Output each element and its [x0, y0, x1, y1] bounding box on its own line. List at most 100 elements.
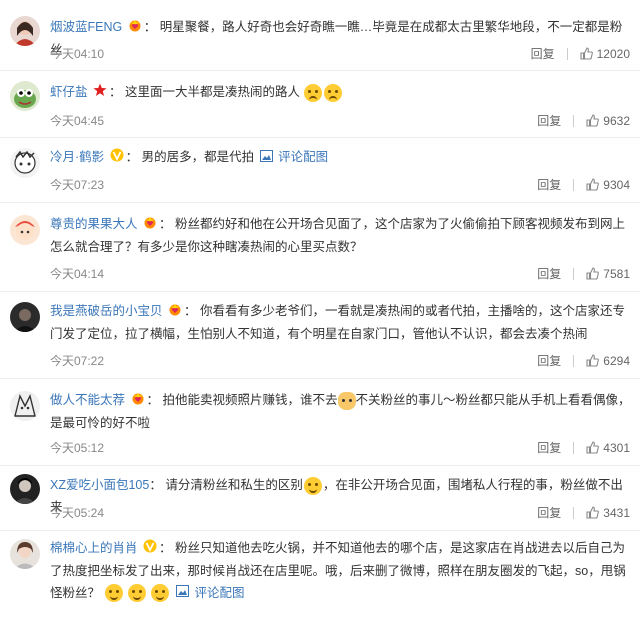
- divider: [573, 267, 575, 280]
- divider: [573, 441, 575, 454]
- username[interactable]: 我是燕破岳的小宝贝: [50, 304, 163, 318]
- image-icon: [259, 147, 273, 169]
- comment-item: 我是燕破岳的小宝贝 ： 你看看有多少老爷们，一看就是凑热闹的或者代拍，主播啥的，…: [0, 292, 640, 379]
- comment-text: 做人不能太荐 ： 拍他能卖视频照片赚钱，谁不去 不关粉丝的事儿～粉丝都只能从手机上…: [50, 389, 632, 434]
- avatar[interactable]: [10, 302, 40, 332]
- comment-image-link[interactable]: 评论配图: [194, 586, 244, 600]
- like-count: 4301: [603, 440, 630, 455]
- thumbs-up-icon: [586, 506, 600, 519]
- like-count: 3431: [603, 505, 630, 520]
- thumbs-up-icon: [586, 441, 600, 454]
- vip-v-icon: [110, 147, 124, 169]
- reply-button[interactable]: 回复: [537, 112, 561, 129]
- comment-item: 冷月·鹤影 ： 男的居多，都是代拍 评论配图 今天07:23 回复 9304: [0, 138, 640, 203]
- like-count: 12020: [596, 46, 630, 61]
- comment-time: 今天04:14: [50, 267, 105, 281]
- comment-body-part-1: 拍他能卖视频照片赚钱，谁不去: [162, 393, 338, 407]
- username[interactable]: 冷月·鹤影: [50, 150, 104, 164]
- comment-text: 棉棉心上的肖肖 ： 粉丝只知道他去吃火锅，并不知道他去的哪个店，是这家店在肖战进…: [50, 537, 632, 604]
- like-button[interactable]: 6294: [586, 354, 630, 368]
- username[interactable]: 尊贵的果果大人: [50, 217, 138, 231]
- divider: [566, 47, 568, 60]
- comment-body-part-1: 请分清粉丝和私生的区别: [165, 478, 303, 492]
- image-icon: [175, 582, 189, 604]
- divider: [573, 114, 575, 127]
- comment-time: 今天04:45: [50, 114, 105, 128]
- reply-button[interactable]: 回复: [537, 504, 561, 521]
- crying-emoji-icon: [324, 83, 343, 102]
- comment-actions: 回复 9304: [537, 176, 630, 193]
- reply-button[interactable]: 回复: [537, 176, 561, 193]
- vip-v-icon: [143, 538, 157, 560]
- comment-list: 烟波蓝FENG ： 明星聚餐，路人好奇也会好奇瞧一瞧…毕竟是在成都太古里繁华地段…: [0, 0, 640, 608]
- username[interactable]: 做人不能太荐: [50, 393, 125, 407]
- like-button[interactable]: 4301: [586, 441, 630, 455]
- comment-actions: 回复 7581: [537, 265, 630, 282]
- comment-item: 棉棉心上的肖肖 ： 粉丝只知道他去吃火锅，并不知道他去的哪个店，是这家店在肖战进…: [0, 531, 640, 625]
- heart-crown-icon: [168, 301, 182, 323]
- comment-item: 尊贵的果果大人 ： 粉丝都约好和他在公开场合见面了，这个店家为了火偷偷拍下顾客视…: [0, 203, 640, 292]
- thumbs-up-icon: [580, 47, 593, 60]
- avatar[interactable]: [10, 474, 40, 504]
- comment-time: 今天04:10: [50, 47, 105, 61]
- heart-crown-icon: [131, 390, 145, 412]
- comment-text: 冷月·鹤影 ： 男的居多，都是代拍 评论配图: [50, 146, 632, 169]
- username[interactable]: 棉棉心上的肖肖: [50, 541, 138, 555]
- reply-button[interactable]: 回复: [537, 352, 561, 369]
- like-count: 6294: [603, 353, 630, 368]
- comment-time: 今天05:12: [50, 441, 105, 455]
- comment-text: 我是燕破岳的小宝贝 ： 你看看有多少老爷们，一看就是凑热闹的或者代拍，主播啥的，…: [50, 300, 632, 345]
- comment-time: 今天07:22: [50, 354, 105, 368]
- comment-actions: 回复 9632: [537, 112, 630, 129]
- avatar[interactable]: [10, 81, 40, 111]
- comment-text: 尊贵的果果大人 ： 粉丝都约好和他在公开场合见面了，这个店家为了火偷偷拍下顾客视…: [50, 213, 632, 258]
- reply-button[interactable]: 回复: [537, 265, 561, 282]
- comment-body: 男的居多，都是代拍: [141, 150, 255, 164]
- comment-actions: 回复 4301: [537, 439, 630, 456]
- like-count: 9304: [603, 177, 630, 192]
- comment-item: 烟波蓝FENG ： 明星聚餐，路人好奇也会好奇瞧一瞧…毕竟是在成都太古里繁华地段…: [0, 0, 640, 71]
- like-count: 7581: [603, 266, 630, 281]
- comment-item: 做人不能太荐 ： 拍他能卖视频照片赚钱，谁不去 不关粉丝的事儿～粉丝都只能从手机上…: [0, 379, 640, 466]
- red-star-icon: [93, 82, 107, 104]
- reply-button[interactable]: 回复: [537, 439, 561, 456]
- username[interactable]: 烟波蓝FENG: [50, 20, 122, 34]
- like-button[interactable]: 9304: [586, 178, 630, 192]
- reply-button[interactable]: 回复: [531, 45, 555, 62]
- divider: [573, 178, 575, 191]
- smirk-emoji-icon: [127, 584, 146, 603]
- comment-image-link[interactable]: 评论配图: [278, 150, 328, 164]
- username[interactable]: 虾仔盐: [50, 85, 88, 99]
- comment-time: 今天05:24: [50, 506, 105, 520]
- cat-face-emoji-icon: [337, 391, 356, 410]
- like-button[interactable]: 9632: [586, 114, 630, 128]
- avatar[interactable]: [10, 391, 40, 421]
- like-count: 9632: [603, 113, 630, 128]
- like-button[interactable]: 3431: [586, 506, 630, 520]
- comment-item: 虾仔盐 ： 这里面一大半都是凑热闹的路人 今天04:45 回复 9632: [0, 71, 640, 138]
- comment-actions: 回复 12020: [531, 45, 630, 62]
- divider: [573, 506, 575, 519]
- thumbs-up-icon: [586, 354, 600, 367]
- thumbs-up-icon: [586, 114, 600, 127]
- crying-emoji-icon: [304, 83, 323, 102]
- username[interactable]: XZ爱吃小面包105: [50, 478, 149, 492]
- avatar[interactable]: [10, 16, 40, 46]
- like-button[interactable]: 7581: [586, 267, 630, 281]
- avatar[interactable]: [10, 539, 40, 569]
- comment-actions: 回复 6294: [537, 352, 630, 369]
- divider: [573, 354, 575, 367]
- comment-time: 今天07:23: [50, 178, 105, 192]
- thumbs-up-icon: [586, 178, 600, 191]
- comment-text: 虾仔盐 ： 这里面一大半都是凑热闹的路人: [50, 81, 632, 104]
- like-button[interactable]: 12020: [580, 47, 630, 61]
- thumbs-up-icon: [586, 267, 600, 280]
- heart-crown-icon: [143, 214, 157, 236]
- comment-actions: 回复 3431: [537, 504, 630, 521]
- avatar[interactable]: [10, 148, 40, 178]
- heart-crown-icon: [128, 17, 142, 39]
- avatar[interactable]: [10, 215, 40, 245]
- smirk-emoji-icon: [151, 584, 170, 603]
- smirk-emoji-icon: [303, 476, 322, 495]
- comment-body: 这里面一大半都是凑热闹的路人: [124, 85, 300, 99]
